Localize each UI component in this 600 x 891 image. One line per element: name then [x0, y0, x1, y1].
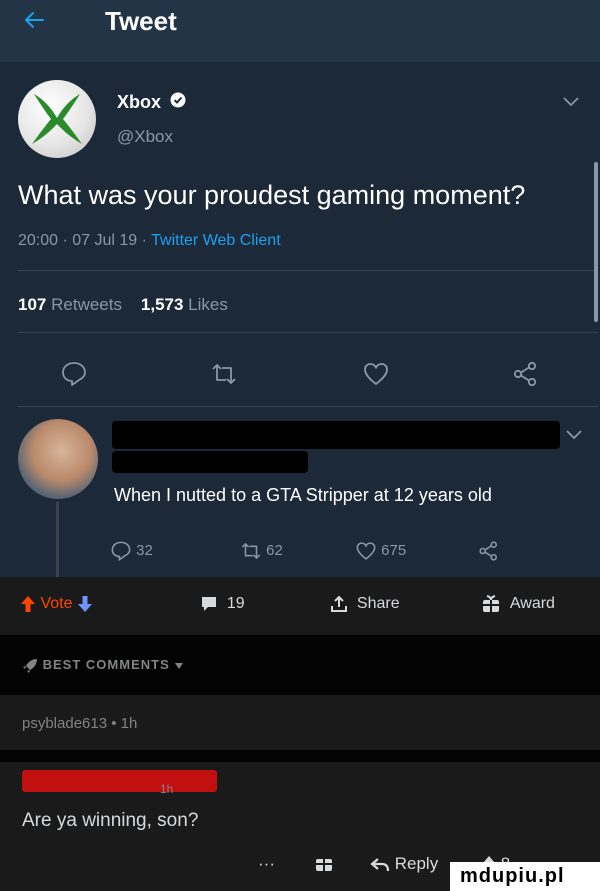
award-gift-icon: [316, 859, 332, 871]
caret-down-icon: [175, 662, 184, 669]
share-button[interactable]: Share: [330, 595, 400, 613]
tweet-timestamp: 20:00 · 07 Jul 19 · Twitter Web Client: [18, 232, 281, 250]
comment-meta[interactable]: psyblade613 • 1h: [22, 715, 137, 732]
reply-arrow-icon: [370, 857, 390, 871]
redacted-name: [112, 421, 560, 449]
chevron-down-icon[interactable]: [565, 429, 583, 441]
reply-text: When I nutted to a GTA Stripper at 12 ye…: [114, 485, 492, 505]
xbox-logo-icon: [32, 94, 82, 144]
tweet-header: Tweet: [0, 0, 600, 62]
retweet-count[interactable]: 107: [18, 295, 46, 314]
like-icon[interactable]: [362, 360, 390, 388]
chevron-down-icon[interactable]: [562, 96, 580, 108]
award-label: Award: [509, 595, 555, 613]
retweet-label[interactable]: Retweets: [51, 295, 122, 314]
watermark-logo: mdupiu.pl: [450, 862, 600, 891]
reply-count: 32: [136, 541, 153, 559]
author-handle[interactable]: @Xbox: [117, 127, 173, 147]
reply-icon[interactable]: [60, 360, 88, 388]
tweet-text: What was your proudest gaming moment?: [18, 180, 526, 210]
tweet-card: Xbox @Xbox What was your proudest gaming…: [0, 62, 600, 407]
comment-item: psyblade613 • 1h: [0, 695, 600, 750]
reply-button[interactable]: Reply: [370, 854, 438, 874]
reply-retweet-button[interactable]: 62: [240, 540, 283, 564]
reply-avatar[interactable]: [18, 419, 98, 499]
sort-label: BEST COMMENTS: [42, 657, 170, 672]
reply-like-count: 675: [381, 541, 407, 559]
comment-count: 19: [226, 595, 245, 612]
author-name[interactable]: Xbox: [117, 92, 161, 113]
watermark-text: mdupiu.pl: [460, 865, 565, 887]
retweet-icon: [241, 542, 261, 560]
vote-control: Vote: [20, 595, 93, 613]
like-count[interactable]: 1,573: [141, 295, 184, 314]
scrollbar[interactable]: [594, 162, 598, 322]
reply-like-button[interactable]: 675: [355, 540, 406, 564]
share-label: Share: [356, 595, 400, 613]
page-title: Tweet: [105, 6, 177, 36]
timestamp-text: 20:00 · 07 Jul 19 ·: [18, 232, 152, 249]
reply-share-button[interactable]: [478, 540, 500, 564]
rocket-icon: [23, 658, 37, 673]
reply-tweet: When I nutted to a GTA Stripper at 12 ye…: [0, 407, 600, 577]
comment-icon: [202, 596, 216, 611]
sort-bar: BEST COMMENTS: [0, 635, 600, 695]
reply-retweet-count: 62: [266, 541, 283, 559]
vote-label: Vote: [40, 595, 73, 613]
client-link[interactable]: Twitter Web Client: [151, 232, 281, 249]
more-options-button[interactable]: ···: [258, 854, 275, 874]
downvote-arrow-icon[interactable]: [77, 595, 93, 613]
separator: [0, 750, 600, 762]
post-action-bar: Vote 19 Share Award: [0, 577, 600, 635]
award-gift-icon: [483, 595, 499, 612]
sort-dropdown[interactable]: BEST COMMENTS: [22, 657, 184, 674]
award-button[interactable]: Award: [481, 595, 555, 613]
divider: [18, 332, 598, 333]
upvote-arrow-icon[interactable]: [20, 595, 36, 613]
comment-text: Are ya winning, son?: [22, 810, 199, 831]
retweet-icon[interactable]: [210, 360, 238, 388]
thread-line: [56, 502, 59, 577]
comment-time: 1h: [160, 782, 174, 796]
reply-reply-button[interactable]: 32: [110, 540, 153, 564]
share-icon: [479, 541, 498, 561]
verified-badge-icon: [170, 92, 186, 108]
share-icon[interactable]: [512, 360, 540, 388]
divider: [18, 270, 598, 271]
comments-button[interactable]: 19: [200, 595, 245, 613]
reply-label: Reply: [394, 854, 439, 873]
share-upload-icon: [331, 595, 347, 612]
like-label[interactable]: Likes: [188, 295, 228, 314]
tweet-stats: 107 Retweets 1,573 Likes: [18, 295, 228, 315]
comment-award-button[interactable]: [314, 854, 334, 877]
like-icon: [356, 542, 376, 560]
xbox-avatar[interactable]: [18, 80, 96, 158]
redacted-username: [22, 770, 217, 792]
redacted-handle: [112, 451, 308, 473]
back-arrow-icon[interactable]: [22, 8, 46, 32]
reply-icon: [111, 541, 131, 562]
